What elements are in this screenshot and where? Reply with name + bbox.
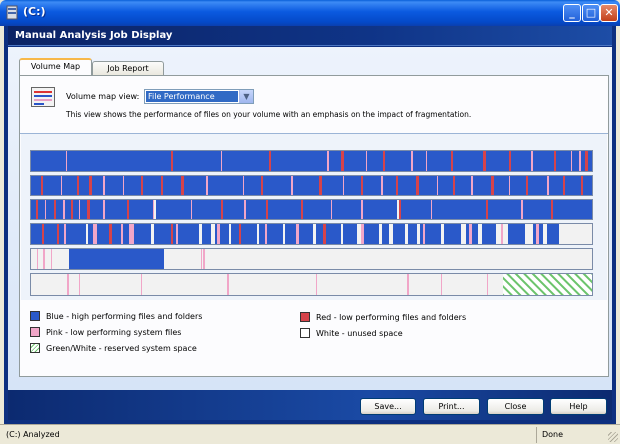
- save-button[interactable]: Save...: [360, 398, 416, 415]
- volume-map-view-select[interactable]: File Performance ▼: [144, 89, 254, 104]
- chevron-down-icon[interactable]: ▼: [239, 90, 253, 103]
- legend-white-label: White - unused space: [316, 329, 403, 338]
- map-row-5: [30, 248, 593, 270]
- legend-pink-swatch: [30, 327, 40, 337]
- map-row-3: [30, 199, 593, 220]
- legend-white-swatch: [300, 328, 310, 338]
- tab-job-report[interactable]: Job Report: [92, 61, 164, 76]
- volume-map-icon: [31, 87, 55, 107]
- volume-map-view-label: Volume map view:: [66, 92, 140, 101]
- map-row-5-graphic: [31, 249, 592, 269]
- tab-volume-map[interactable]: Volume Map: [19, 58, 92, 75]
- legend-reserved-swatch: [30, 343, 40, 353]
- legend-pink-label: Pink - low performing system files: [46, 328, 182, 337]
- maximize-button[interactable]: □: [582, 4, 600, 22]
- resize-grip-icon[interactable]: [608, 432, 618, 442]
- status-divider: [536, 427, 537, 443]
- window-titlebar[interactable]: (C:) _ □ ✕: [0, 0, 620, 26]
- map-row-3-graphic: [31, 200, 592, 219]
- legend-blue-label: Blue - high performing files and folders: [46, 312, 203, 321]
- map-row-1-graphic: [31, 151, 592, 171]
- legend-red-swatch: [300, 312, 310, 322]
- map-row-6-graphic: [31, 274, 592, 295]
- print-button[interactable]: Print...: [423, 398, 480, 415]
- drive-icon: [6, 5, 18, 20]
- map-row-6: [30, 273, 593, 296]
- close-button[interactable]: Close: [487, 398, 544, 415]
- status-text: (C:) Analyzed: [6, 430, 60, 439]
- minimize-button[interactable]: _: [563, 4, 581, 22]
- status-bar: (C:) Analyzed Done: [0, 424, 620, 444]
- header-banner: Manual Analysis Job Display: [8, 26, 612, 46]
- volume-map-view-value: File Performance: [146, 91, 238, 102]
- page-title: Manual Analysis Job Display: [15, 30, 173, 41]
- map-row-4-graphic: [31, 224, 592, 244]
- help-button[interactable]: Help: [550, 398, 607, 415]
- map-row-4: [30, 223, 593, 245]
- map-row-1: [30, 150, 593, 172]
- volume-map-description: This view shows the performance of files…: [66, 110, 472, 119]
- close-window-button[interactable]: ✕: [600, 4, 618, 22]
- map-row-2-graphic: [31, 176, 592, 195]
- legend-red-label: Red - low performing files and folders: [316, 313, 467, 322]
- legend-reserved-label: Green/White - reserved system space: [46, 344, 197, 353]
- window-title: (C:): [23, 5, 46, 18]
- legend-blue-swatch: [30, 311, 40, 321]
- status-done: Done: [542, 430, 564, 439]
- map-row-2: [30, 175, 593, 196]
